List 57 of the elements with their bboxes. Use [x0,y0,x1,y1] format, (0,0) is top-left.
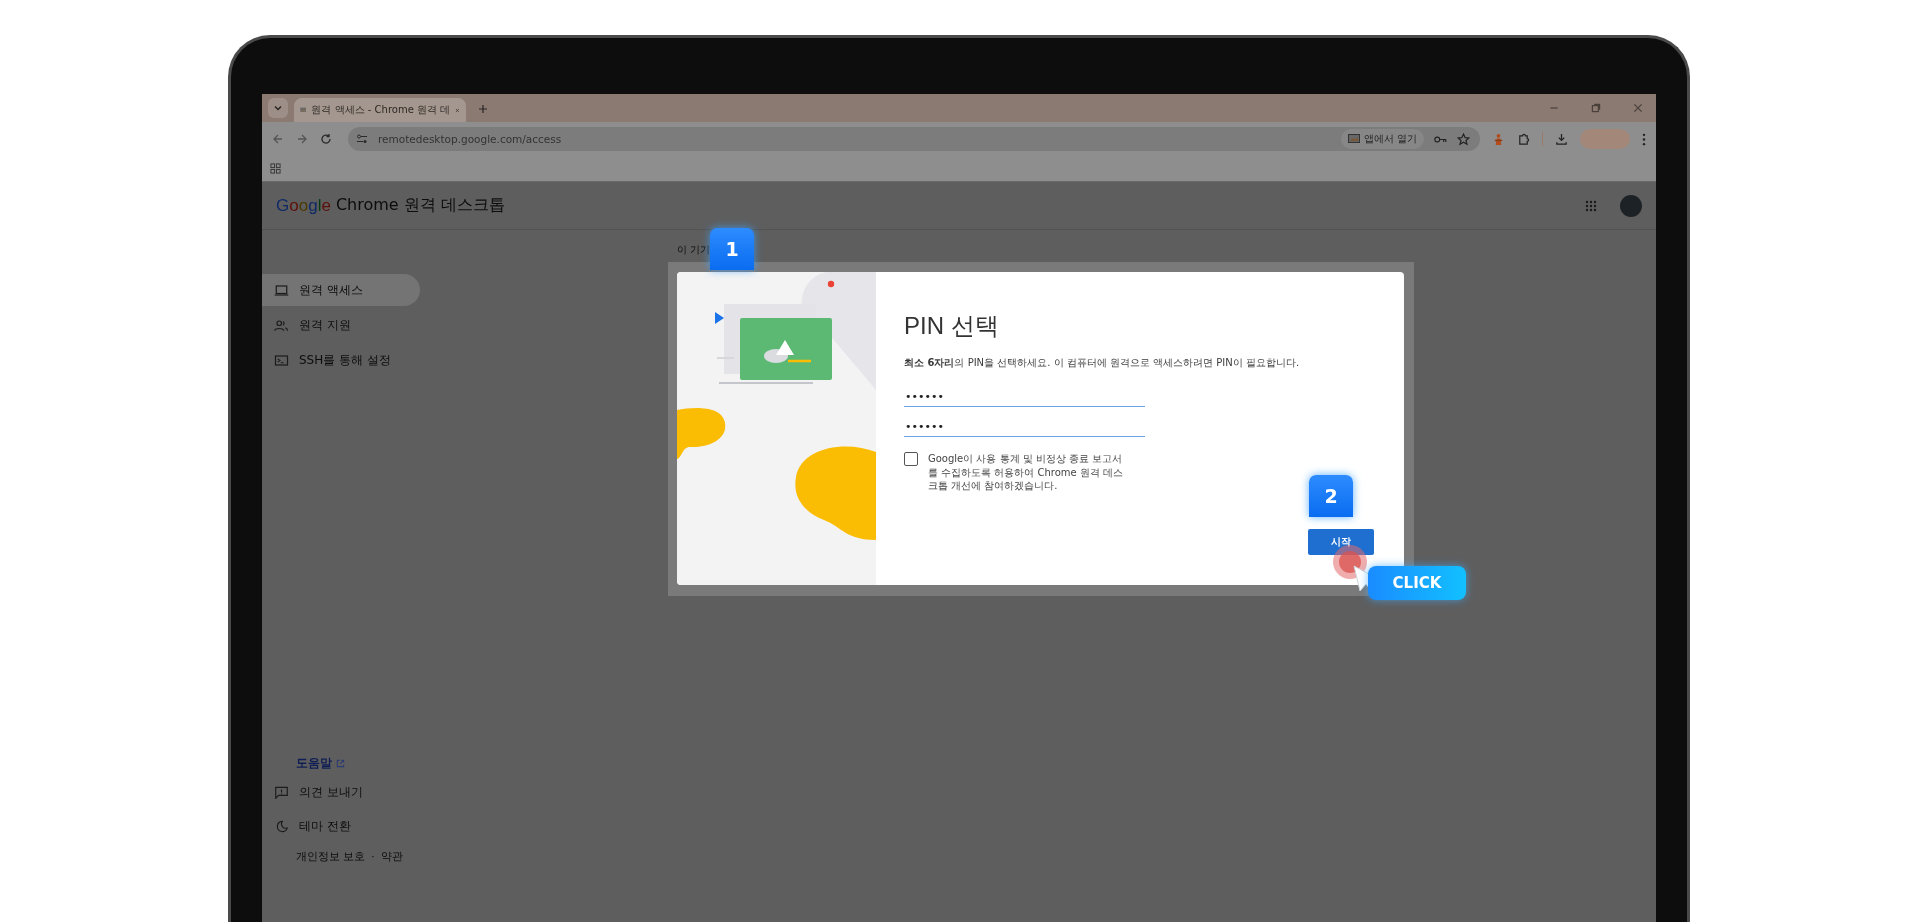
sidebar-label: 원격 지원 [299,316,351,334]
apps-icon[interactable] [270,163,281,174]
sidebar-label: 원격 액세스 [299,281,363,299]
restore-icon[interactable] [1590,102,1602,114]
close-icon[interactable] [1632,102,1644,114]
new-tab-icon[interactable] [478,104,488,114]
separator-dot: · [371,850,375,864]
chevron-down-icon [273,103,283,113]
sidebar-item[interactable]: 원격 액세스 [262,274,420,306]
click-badge: CLICK [1368,566,1466,600]
feedback-icon [274,785,289,799]
app-window-icon [1347,134,1360,144]
forward-icon[interactable] [296,133,308,145]
step-badge: 2 [1309,475,1353,517]
reload-icon[interactable] [320,133,332,145]
tab-title: 원격 액세스 - Chrome 원격 데 [311,103,451,117]
google-logo: Google [276,195,331,216]
sidebar-label: SSH를 통해 설정 [299,351,391,369]
start-button[interactable]: 시작 [1308,529,1374,555]
terminal-icon [274,353,289,367]
section-heading: 이 기기 [677,243,711,257]
star-icon[interactable] [1457,132,1470,146]
help-link[interactable]: 도움말 [296,755,332,772]
sidebar-label: 의견 보내기 [299,783,363,801]
puzzle-icon[interactable] [1517,132,1530,146]
url-text: remotedesktop.google.com/access [378,133,562,145]
browser-tab[interactable]: 원격 액세스 - Chrome 원격 데 [294,98,466,122]
avatar[interactable] [1620,194,1642,217]
tab-search-button[interactable] [268,98,288,118]
extension-icon[interactable] [1492,132,1505,146]
open-in-app-button[interactable]: 앱에서 열기 [1340,129,1424,149]
sidebar-item[interactable]: SSH를 통해 설정 [262,344,420,376]
people-icon [274,318,289,332]
address-bar[interactable]: remotedesktop.google.com/access 앱에서 열기 [348,127,1480,151]
dialog-description: 최소 6자리의 PIN을 선택하세요. 이 컴퓨터에 원격으로 액세스하려면 PIN이 필요합니다. [904,356,1301,370]
download-icon[interactable] [1555,132,1568,146]
pin-field[interactable]: •••••• [904,410,1145,437]
sidebar-item[interactable]: 의견 보내기 [262,778,512,806]
sidebar-label: 테마 전환 [299,817,351,835]
privacy-link[interactable]: 개인정보 보호 [296,850,366,864]
consent-checkbox[interactable] [904,452,918,466]
product-name: Chrome 원격 데스크톱 [335,195,505,216]
terms-link[interactable]: 약관 [380,850,403,864]
apps-grid-icon[interactable] [1585,199,1597,212]
sidebar-item[interactable]: 테마 전환 [262,812,512,840]
sidebar-item[interactable]: 원격 지원 [262,309,420,341]
site-settings-icon[interactable] [356,133,368,145]
menu-icon[interactable] [1642,132,1646,146]
moon-icon [274,819,289,833]
consent-label: Google이 사용 통계 및 비정상 종료 보고서를 수집하도록 허용하여 Chrome 원격 데스크톱 개선에 참여하겠습니다. [928,452,1125,493]
pin-field[interactable]: •••••• [904,380,1145,407]
dialog-title: PIN 선택 [904,311,1000,341]
external-link-icon [336,759,345,768]
favicon-icon [300,105,307,115]
back-icon[interactable] [272,133,284,145]
laptop-icon [274,283,289,297]
step-badge: 1 [710,228,754,270]
